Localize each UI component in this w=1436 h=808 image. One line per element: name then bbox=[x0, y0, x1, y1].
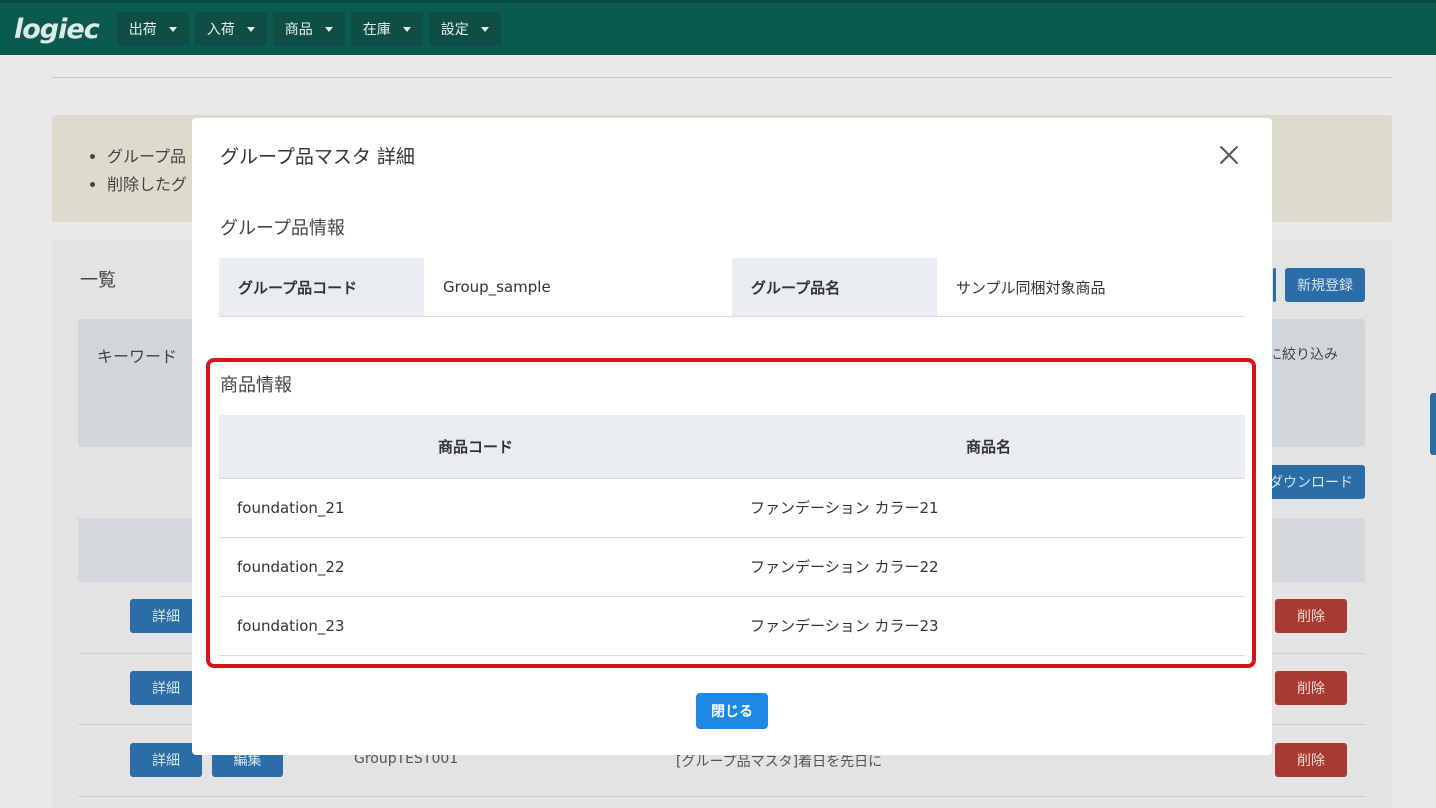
logiec-logo[interactable]: logiec bbox=[14, 14, 100, 45]
close-modal-button[interactable]: 閉じる bbox=[696, 693, 768, 729]
product-code-cell: foundation_23 bbox=[219, 596, 732, 656]
new-register-button[interactable]: 新規登録 bbox=[1285, 268, 1365, 302]
delete-button[interactable]: 削除 bbox=[1275, 743, 1347, 777]
nav-menu-inventory[interactable]: 在庫 bbox=[350, 12, 423, 46]
group-code-value: Group_sample bbox=[443, 278, 551, 296]
list-card-title: 一覧 bbox=[80, 270, 116, 291]
product-name-cell: ファンデーション カラー22 bbox=[732, 537, 1245, 597]
delete-button[interactable]: 削除 bbox=[1275, 671, 1347, 705]
table-header-row: 商品コード 商品名 bbox=[219, 415, 1245, 479]
side-tab-handle[interactable] bbox=[1430, 393, 1436, 455]
product-info-heading: 商品情報 bbox=[220, 375, 292, 396]
table-row: foundation_22 ファンデーション カラー22 bbox=[219, 537, 1245, 597]
filter-option-label: に絞り込み bbox=[1268, 347, 1338, 363]
product-code-cell: foundation_21 bbox=[219, 478, 732, 538]
nav-menu-receiving[interactable]: 入荷 bbox=[194, 12, 267, 46]
column-product-name: 商品名 bbox=[732, 415, 1245, 479]
group-detail-modal: グループ品マスタ 詳細 グループ品情報 グループ品コード Group_sampl… bbox=[192, 118, 1272, 755]
caret-down-icon bbox=[246, 26, 255, 32]
table-row: foundation_23 ファンデーション カラー23 bbox=[219, 596, 1245, 656]
product-name-cell: ファンデーション カラー21 bbox=[732, 478, 1245, 538]
group-info-heading: グループ品情報 bbox=[220, 218, 345, 239]
table-row: foundation_21 ファンデーション カラー21 bbox=[219, 478, 1245, 538]
column-product-code: 商品コード bbox=[219, 415, 732, 479]
download-button[interactable]: ダウンロード bbox=[1268, 465, 1365, 499]
nav-menu-settings[interactable]: 設定 bbox=[428, 12, 501, 46]
caret-down-icon bbox=[324, 26, 333, 32]
group-name-label: グループ品名 bbox=[732, 258, 937, 316]
modal-title: グループ品マスタ 詳細 bbox=[220, 146, 415, 168]
bg-button-edge bbox=[1273, 268, 1276, 302]
nav-menu-products[interactable]: 商品 bbox=[272, 12, 345, 46]
page-divider bbox=[52, 77, 1392, 78]
close-icon[interactable] bbox=[1216, 142, 1242, 168]
delete-button[interactable]: 削除 bbox=[1275, 599, 1347, 633]
caret-down-icon bbox=[168, 26, 177, 32]
top-navbar: logiec 出荷 入荷 商品 在庫 設定 bbox=[0, 0, 1436, 55]
group-code-label: グループ品コード bbox=[219, 258, 424, 316]
nav-menu-shipping[interactable]: 出荷 bbox=[116, 12, 189, 46]
caret-down-icon bbox=[480, 26, 489, 32]
product-name-cell: ファンデーション カラー23 bbox=[732, 596, 1245, 656]
group-info-row: グループ品コード Group_sample グループ品名 サンプル同梱対象商品 bbox=[219, 258, 1245, 317]
product-table: 商品コード 商品名 foundation_21 ファンデーション カラー21 f… bbox=[219, 415, 1245, 656]
product-code-cell: foundation_22 bbox=[219, 537, 732, 597]
group-name-value: サンプル同梱対象商品 bbox=[956, 278, 1106, 297]
caret-down-icon bbox=[402, 26, 411, 32]
row-divider bbox=[78, 796, 1365, 797]
keyword-label: キーワード bbox=[97, 347, 178, 366]
